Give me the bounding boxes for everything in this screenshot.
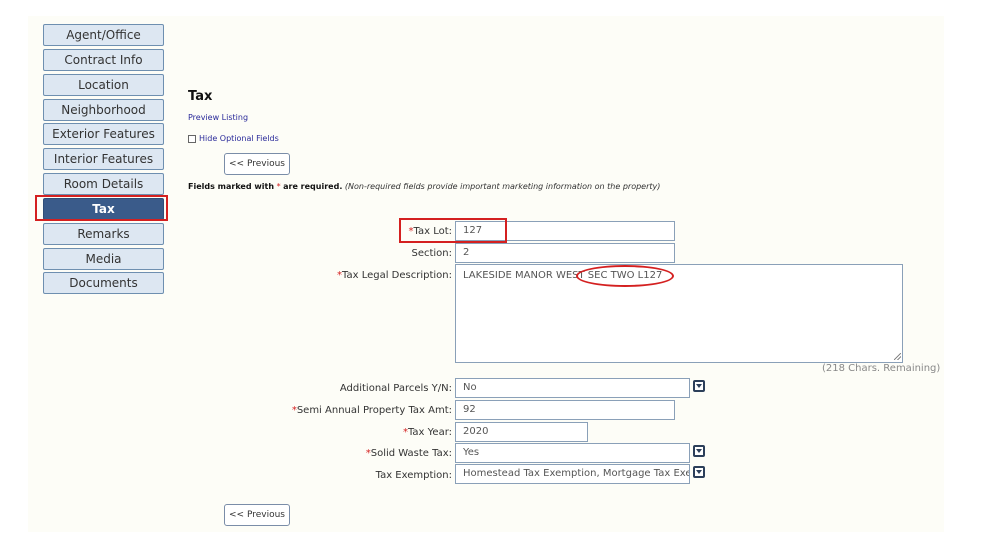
chevron-down-icon[interactable]	[693, 445, 705, 457]
resize-grip-icon[interactable]	[894, 353, 901, 360]
previous-button-top[interactable]: << Previous	[224, 153, 290, 175]
required-note-post: are required.	[283, 182, 343, 191]
chevron-down-icon[interactable]	[693, 380, 705, 392]
page-title: Tax	[188, 89, 213, 104]
sidebar-item-interior-features[interactable]: Interior Features	[43, 148, 164, 170]
solid-waste-label: *Solid Waste Tax:	[365, 448, 452, 459]
sidebar-item-agent-office[interactable]: Agent/Office	[43, 24, 164, 46]
section-label: Section:	[411, 248, 452, 259]
sidebar-item-remarks[interactable]: Remarks	[43, 223, 164, 245]
tax-year-label: *Tax Year:	[402, 427, 452, 438]
additional-parcels-label: Additional Parcels Y/N:	[339, 383, 452, 394]
hide-optional-label: Hide Optional Fields	[199, 134, 279, 143]
tax-year-input[interactable]: 2020	[455, 422, 588, 442]
sidebar-item-exterior-features[interactable]: Exterior Features	[43, 123, 164, 145]
section-input[interactable]: 2	[455, 243, 675, 263]
sidebar-item-room-details[interactable]: Room Details	[43, 173, 164, 195]
required-note: Fields marked with * are required. (Non-…	[188, 182, 660, 191]
semi-annual-tax-input[interactable]: 92	[455, 400, 675, 420]
sidebar-item-media[interactable]: Media	[43, 248, 164, 270]
sidebar-item-documents[interactable]: Documents	[43, 272, 164, 294]
required-note-star: *	[276, 182, 281, 191]
previous-button-bottom[interactable]: << Previous	[224, 504, 290, 526]
annotation-highlight-tax-nav	[35, 195, 168, 221]
tax-exemption-label: Tax Exemption:	[375, 470, 452, 481]
semi-annual-tax-label: *Semi Annual Property Tax Amt:	[291, 405, 452, 416]
tax-exemption-select[interactable]: Homestead Tax Exemption, Mortgage Tax Ex…	[455, 464, 690, 484]
hide-optional-toggle[interactable]: Hide Optional Fields	[188, 134, 279, 143]
legal-description-textarea[interactable]: LAKESIDE MANOR WEST SEC TWO L127	[455, 264, 903, 363]
required-note-pre: Fields marked with	[188, 182, 275, 191]
legal-description-label: *Tax Legal Description:	[337, 270, 452, 281]
required-note-detail: (Non-required fields provide important m…	[344, 182, 661, 191]
sidebar-item-contract-info[interactable]: Contract Info	[43, 49, 164, 71]
sidebar-item-location[interactable]: Location	[43, 74, 164, 96]
hide-optional-checkbox[interactable]	[188, 134, 196, 143]
chevron-down-icon[interactable]	[693, 466, 705, 478]
preview-listing-link[interactable]: Preview Listing	[188, 113, 248, 122]
sidebar-item-neighborhood[interactable]: Neighborhood	[43, 99, 164, 121]
solid-waste-select[interactable]: Yes	[455, 443, 690, 463]
annotation-highlight-tax-lot	[399, 218, 507, 243]
annotation-circle-legal-desc	[576, 265, 674, 287]
additional-parcels-select[interactable]: No	[455, 378, 690, 398]
chars-remaining: (218 Chars. Remaining)	[822, 363, 941, 374]
